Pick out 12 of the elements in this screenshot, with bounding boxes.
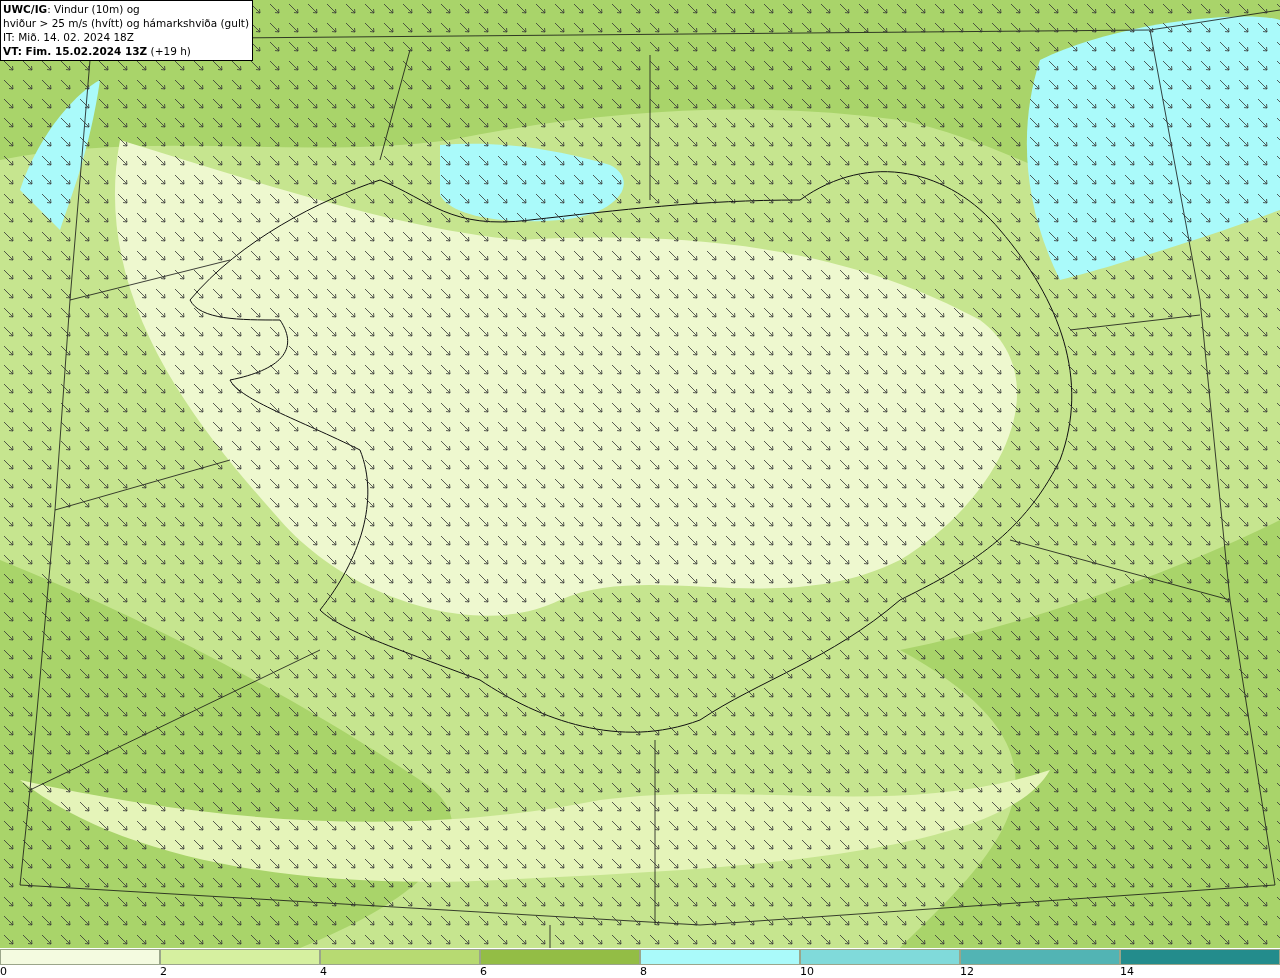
legend-label: 4	[320, 965, 327, 978]
legend-label: 8	[640, 965, 647, 978]
legend-label: 2	[160, 965, 167, 978]
legend-label: 0	[0, 965, 7, 978]
legend-label: 6	[480, 965, 487, 978]
info-line: VT: Fim. 15.02.2024 13Z (+19 h)	[3, 44, 192, 58]
legend-label: 12	[960, 965, 974, 978]
legend-label: 10	[800, 965, 814, 978]
info-line: UWC/IG: Vindur (10m) og	[3, 2, 141, 16]
info-line: IT: Mið. 14. 02. 2024 18Z	[3, 30, 135, 44]
legend-label: 14	[1120, 965, 1134, 978]
info-line: hviður > 25 m/s (hvítt) og hámarkshviða (gult)	[3, 16, 250, 30]
